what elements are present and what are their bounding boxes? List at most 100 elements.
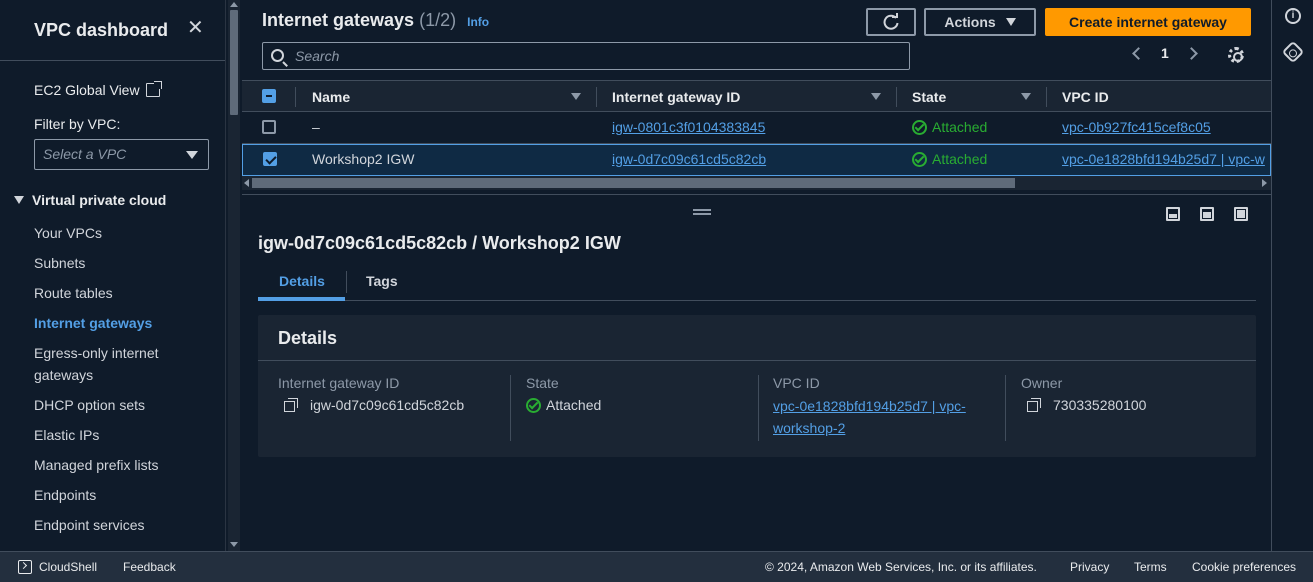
select-all-checkbox[interactable] — [262, 89, 276, 103]
ec2-global-view-link[interactable]: EC2 Global View — [34, 81, 162, 98]
sort-caret-icon[interactable] — [1021, 93, 1031, 100]
refresh-button[interactable] — [866, 8, 916, 36]
field-value: Attached — [526, 397, 601, 413]
vpc-id-link[interactable]: vpc-0e1828bfd194b25d7 | vpc- workshop-2 — [773, 395, 966, 439]
table-header: Name Internet gateway ID State VPC ID — [242, 80, 1271, 112]
field-state: State Attached — [526, 375, 601, 413]
vpc-id-line-2: workshop-2 — [773, 420, 846, 436]
create-internet-gateway-button[interactable]: Create internet gateway — [1045, 8, 1251, 36]
sidebar-item-elastic-ips[interactable]: Elastic IPs — [34, 424, 214, 446]
section-virtual-private-cloud[interactable]: Virtual private cloud — [14, 192, 166, 208]
copyright-text: © 2024, Amazon Web Services, Inc. or its… — [765, 560, 1037, 574]
status-success-icon — [912, 151, 927, 167]
status-success-icon — [912, 119, 927, 135]
row-checkbox[interactable] — [262, 120, 276, 134]
search-input[interactable]: Search — [262, 42, 910, 70]
sidebar-item-egress-only-gateways[interactable]: Egress-only internet gateways — [34, 342, 214, 386]
cloudshell-link[interactable]: CloudShell — [39, 560, 97, 574]
cookie-preferences-link[interactable]: Cookie preferences — [1192, 560, 1296, 574]
copy-icon[interactable] — [284, 398, 298, 412]
gear-icon[interactable] — [1228, 47, 1244, 63]
sidebar-item-dhcp-option-sets[interactable]: DHCP option sets — [34, 394, 214, 416]
column-header-igw-id[interactable]: Internet gateway ID — [612, 89, 740, 105]
page-title-text: Internet gateways — [262, 10, 415, 30]
info-icon[interactable]: i — [1285, 8, 1301, 24]
column-divider — [510, 375, 511, 441]
table-horizontal-scrollbar[interactable] — [242, 176, 1271, 190]
sort-caret-icon[interactable] — [871, 93, 881, 100]
column-divider — [758, 375, 759, 441]
cell-vpc-id-link[interactable]: vpc-0b927fc415cef8c05 — [1062, 119, 1211, 135]
field-label: State — [526, 375, 559, 391]
sidebar-scrollbar[interactable] — [228, 0, 240, 551]
caret-down-icon — [14, 196, 24, 204]
settings-hex-icon[interactable] — [1281, 40, 1305, 64]
sidebar-item-internet-gateways[interactable]: Internet gateways — [34, 312, 214, 334]
search-icon — [271, 49, 284, 62]
details-card-title: Details — [258, 315, 1256, 361]
scroll-up-icon[interactable] — [230, 2, 238, 7]
column-header-state[interactable]: State — [912, 89, 946, 105]
cell-state-text: Attached — [932, 119, 988, 135]
field-label: VPC ID — [773, 375, 820, 391]
right-rail: i — [1271, 0, 1313, 551]
cell-vpc-id-link[interactable]: vpc-0e1828bfd194b25d7 | vpc-w — [1062, 151, 1265, 167]
copy-icon[interactable] — [1027, 398, 1041, 412]
ec2-global-view-label: EC2 Global View — [34, 82, 140, 98]
vpc-id-line-1: vpc-0e1828bfd194b25d7 | vpc- — [773, 398, 966, 414]
sidebar-item-managed-prefix-lists[interactable]: Managed prefix lists — [34, 454, 214, 476]
column-header-name[interactable]: Name — [312, 89, 350, 105]
privacy-link[interactable]: Privacy — [1070, 560, 1109, 574]
sidebar-item-endpoint-services[interactable]: Endpoint services — [34, 514, 214, 536]
column-divider — [596, 87, 597, 107]
sidebar-item-your-vpcs[interactable]: Your VPCs — [34, 222, 214, 244]
detail-title: igw-0d7c09c61cd5c82cb / Workshop2 IGW — [258, 233, 621, 253]
detail-tabs: Details Tags — [258, 265, 1256, 301]
terms-link[interactable]: Terms — [1134, 560, 1167, 574]
info-link[interactable]: Info — [467, 15, 489, 29]
cell-igw-id-link[interactable]: igw-0d7c09c61cd5c82cb — [612, 151, 766, 167]
column-divider — [1005, 375, 1006, 441]
sidebar-item-route-tables[interactable]: Route tables — [34, 282, 214, 304]
section-label: Virtual private cloud — [32, 192, 167, 208]
scrollbar-thumb[interactable] — [252, 178, 1015, 188]
field-igw-id: Internet gateway ID igw-0d7c09c61cd5c82c… — [278, 375, 464, 413]
row-checkbox[interactable] — [263, 152, 277, 166]
scroll-right-icon[interactable] — [1262, 179, 1267, 187]
field-label: Owner — [1021, 375, 1063, 391]
sort-caret-icon[interactable] — [571, 93, 581, 100]
tab-divider — [346, 271, 347, 293]
feedback-link[interactable]: Feedback — [123, 560, 176, 574]
scroll-down-icon[interactable] — [230, 542, 238, 547]
chevron-right-icon[interactable] — [1184, 46, 1198, 60]
scroll-left-icon[interactable] — [244, 179, 249, 187]
vpc-filter-placeholder: Select a VPC — [43, 146, 127, 162]
cell-name: Workshop2 IGW — [312, 151, 415, 167]
footer: CloudShell Feedback © 2024, Amazon Web S… — [0, 551, 1313, 582]
sidebar: VPC dashboard ✕ EC2 Global View Filter b… — [0, 0, 226, 551]
panel-side-icon[interactable] — [1200, 207, 1214, 221]
selection-count: (1/2) — [419, 10, 457, 30]
vpc-filter-select[interactable]: Select a VPC — [34, 139, 209, 170]
actions-button[interactable]: Actions — [924, 8, 1036, 36]
column-divider — [896, 87, 897, 107]
cell-igw-id-link[interactable]: igw-0801c3f0104383845 — [612, 119, 765, 135]
panel-bottom-icon[interactable] — [1166, 207, 1180, 221]
external-link-icon — [145, 81, 162, 97]
caret-down-icon — [186, 151, 198, 159]
page-number[interactable]: 1 — [1161, 45, 1169, 61]
sidebar-item-endpoints[interactable]: Endpoints — [34, 484, 214, 506]
tab-tags[interactable]: Tags — [366, 273, 398, 289]
sidebar-item-subnets[interactable]: Subnets — [34, 252, 214, 274]
table-row[interactable]: Workshop2 IGW igw-0d7c09c61cd5c82cb Atta… — [242, 144, 1271, 176]
cloudshell-icon[interactable] — [18, 560, 32, 574]
tab-details[interactable]: Details — [279, 273, 325, 289]
chevron-left-icon[interactable] — [1132, 46, 1145, 60]
active-tab-indicator — [258, 297, 345, 301]
scrollbar-thumb[interactable] — [230, 10, 238, 115]
panel-full-icon[interactable] — [1234, 207, 1248, 221]
column-header-vpc-id[interactable]: VPC ID — [1062, 89, 1109, 105]
close-icon[interactable]: ✕ — [187, 18, 204, 38]
table-row[interactable]: – igw-0801c3f0104383845 Attached vpc-0b9… — [242, 112, 1271, 144]
resize-handle[interactable] — [693, 209, 711, 215]
